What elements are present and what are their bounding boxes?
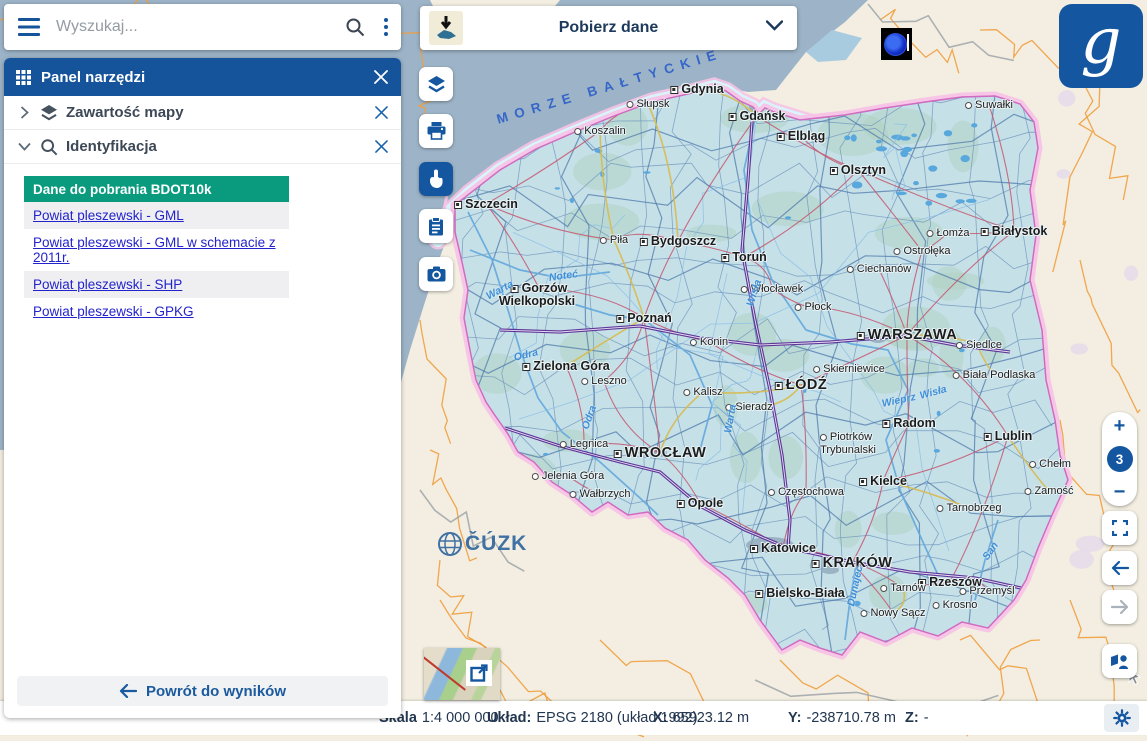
- clipboard-tool-button[interactable]: [419, 209, 453, 243]
- download-link-row: Powiat pleszewski - GPKG: [24, 298, 289, 325]
- z-coordinate-readout: Z:-: [905, 710, 929, 726]
- minimap-road: [424, 652, 466, 691]
- printer-icon: [427, 122, 446, 140]
- download-link[interactable]: Powiat pleszewski - GML: [33, 208, 184, 223]
- logo-letter: g: [1081, 10, 1122, 74]
- section-label: Zawartość mapy: [66, 104, 362, 121]
- more-options-icon[interactable]: [383, 17, 389, 37]
- zoom-out-button[interactable]: −: [1114, 484, 1126, 500]
- download-links: Powiat pleszewski - GML Powiat pleszewski…: [24, 202, 401, 325]
- search-icon[interactable]: [345, 17, 365, 37]
- results-header: Dane do pobrania BDOT10k: [24, 176, 289, 202]
- panel-title: Panel narzędzi: [41, 69, 361, 86]
- search-bar: [4, 4, 401, 50]
- zoom-control: + 3 −: [1102, 412, 1137, 506]
- arrow-right-icon: [1111, 600, 1129, 614]
- fullscreen-icon: [1112, 520, 1128, 536]
- map-marker-icon: [881, 28, 912, 60]
- panel-sections: Zawartość mapy Identyfikacja: [4, 96, 401, 164]
- layers-icon: [427, 76, 446, 93]
- download-data-label: Pobierz dane: [420, 19, 797, 37]
- camera-tool-button[interactable]: [419, 257, 453, 291]
- search-input[interactable]: [54, 17, 336, 37]
- expand-minimap-button[interactable]: [466, 660, 492, 686]
- fullscreen-button[interactable]: [1102, 511, 1137, 545]
- download-link-row: Powiat pleszewski - GML: [24, 202, 289, 229]
- magnifier-icon: [40, 138, 58, 156]
- history-back-button[interactable]: [1102, 551, 1137, 585]
- chevron-down-icon: [766, 20, 783, 31]
- identification-results: Dane do pobrania BDOT10k Powiat pleszews…: [4, 164, 401, 668]
- panel-footer: Powrót do wyników: [4, 668, 401, 718]
- history-forward-button[interactable]: [1102, 590, 1137, 624]
- download-link[interactable]: Powiat pleszewski - GML w schemacie z 20…: [33, 235, 276, 265]
- camera-icon: [427, 266, 446, 282]
- clipboard-icon: [428, 217, 444, 236]
- geoportal-logo[interactable]: g: [1059, 4, 1143, 88]
- close-section-icon[interactable]: [362, 140, 401, 153]
- person-flag-icon: [1110, 653, 1129, 670]
- feedback-button[interactable]: [1102, 644, 1137, 678]
- arrow-left-icon: [119, 684, 137, 698]
- zoom-in-button[interactable]: +: [1114, 418, 1126, 434]
- download-link-row: Powiat pleszewski - GML w schemacie z 20…: [24, 229, 289, 271]
- settings-button[interactable]: [1104, 704, 1139, 732]
- back-to-results-button[interactable]: Powrót do wyników: [17, 676, 388, 706]
- chevron-right-icon[interactable]: [16, 106, 32, 119]
- arrow-left-icon: [1111, 561, 1129, 575]
- section-label: Identyfikacja: [66, 138, 362, 155]
- print-tool-button[interactable]: [419, 114, 453, 148]
- overview-minimap[interactable]: [424, 648, 500, 700]
- y-coordinate-readout: Y:-238710.78 m: [788, 710, 896, 726]
- globe-icon: [437, 531, 463, 557]
- menu-icon[interactable]: [18, 18, 40, 36]
- tools-panel: Panel narzędzi Zawartość mapy Identyfikac…: [4, 58, 401, 718]
- x-coordinate-readout: X:65923.12 m: [653, 710, 749, 726]
- identify-tool-button[interactable]: [419, 162, 453, 196]
- tools-panel-header: Panel narzędzi: [4, 58, 401, 96]
- close-panel-icon[interactable]: [361, 70, 401, 84]
- chevron-down-icon[interactable]: [16, 142, 32, 151]
- download-data-bar[interactable]: Pobierz dane: [420, 6, 797, 50]
- panel-section-identification[interactable]: Identyfikacja: [4, 130, 401, 164]
- cuzk-watermark: ČÚZK: [437, 531, 527, 557]
- download-link[interactable]: Powiat pleszewski - SHP: [33, 277, 182, 292]
- zoom-level-badge: 3: [1107, 446, 1133, 472]
- open-external-icon: [470, 664, 488, 682]
- download-data-icon: [429, 11, 463, 45]
- grid-icon: [16, 70, 31, 85]
- gear-icon: [1113, 709, 1131, 727]
- layers-icon: [40, 105, 58, 121]
- touch-identify-icon: [427, 169, 445, 189]
- download-link[interactable]: Powiat pleszewski - GPKG: [33, 304, 194, 319]
- close-section-icon[interactable]: [362, 106, 401, 119]
- layers-tool-button[interactable]: [419, 67, 453, 101]
- download-link-row: Powiat pleszewski - SHP: [24, 271, 289, 298]
- panel-section-map-contents[interactable]: Zawartość mapy: [4, 96, 401, 130]
